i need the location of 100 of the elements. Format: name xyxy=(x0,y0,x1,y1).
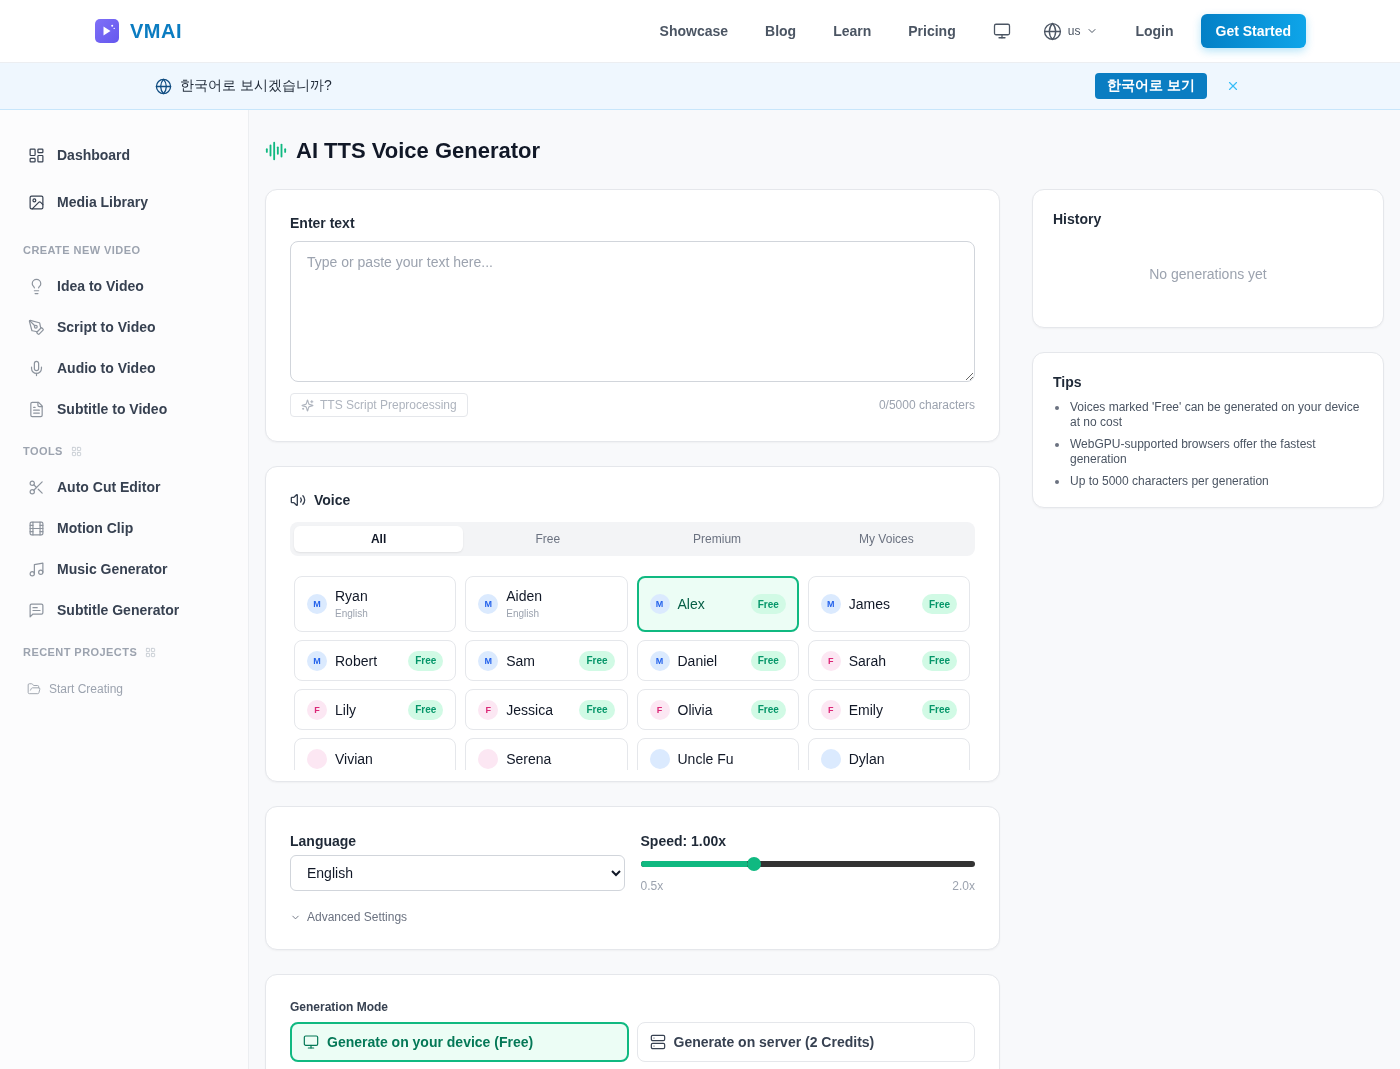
section-heading: RECENT PROJECTS xyxy=(23,646,138,658)
slider-handle[interactable] xyxy=(747,857,762,871)
monitor-icon xyxy=(303,1034,319,1050)
voice-option[interactable]: M Robert Free xyxy=(294,640,457,681)
voice-name: Uncle Fu xyxy=(677,749,734,769)
microphone-icon xyxy=(28,359,45,377)
pen-nib-icon xyxy=(28,318,45,336)
filter-tab[interactable]: All xyxy=(294,526,464,552)
sidebar-item[interactable]: Auto Cut Editor xyxy=(0,469,248,505)
bullet-icon xyxy=(1055,480,1059,484)
voice-name: Ryan xyxy=(335,587,368,606)
filter-tab[interactable]: Free xyxy=(463,526,633,552)
voice-option[interactable]: M Sam Free xyxy=(465,640,628,681)
voice-option[interactable]: F Jessica Free xyxy=(465,689,628,730)
free-badge: Free xyxy=(921,594,957,614)
sidebar-item[interactable]: Audio to Video xyxy=(0,350,248,386)
language-prompt: 한국어로 보시겠습니까? xyxy=(180,77,332,95)
logo-icon xyxy=(95,19,119,43)
tip-text: Voices marked 'Free' can be generated on your device at no cost xyxy=(1070,400,1361,430)
voice-language: English xyxy=(506,607,540,621)
sidebar-item[interactable]: Script to Video xyxy=(0,309,248,345)
switch-language-button[interactable]: 한국어로 보기 xyxy=(1095,73,1207,99)
sidebar-item[interactable]: Subtitle to Video xyxy=(0,391,248,427)
voice-name: Vivian xyxy=(335,749,373,769)
film-icon xyxy=(28,519,45,537)
voice-option[interactable]: M James Free xyxy=(807,576,970,632)
free-badge: Free xyxy=(579,699,615,720)
voice-option[interactable]: F Sarah Free xyxy=(807,640,970,681)
voice-name: Lily xyxy=(335,700,356,720)
voice-option[interactable]: M Alex Free xyxy=(636,576,799,632)
free-badge: Free xyxy=(750,594,786,614)
text-input-field[interactable]: Type or paste your text here... xyxy=(290,241,975,382)
language-select[interactable]: English xyxy=(290,855,625,891)
music-note-icon xyxy=(28,560,45,578)
voice-name: Daniel xyxy=(677,651,718,671)
field-label: Enter text xyxy=(290,214,356,232)
section-heading: CREATE NEW VIDEO xyxy=(23,244,141,256)
avatar-initial: F xyxy=(649,699,670,720)
voice-name: Emily xyxy=(848,700,883,720)
voice-name: Aiden xyxy=(506,587,543,606)
empty-state-text: No generations yet xyxy=(1148,265,1268,283)
nav-link[interactable]: Blog xyxy=(765,23,797,39)
voice-name: Sarah xyxy=(848,651,887,671)
filter-tab[interactable]: My Voices xyxy=(801,526,971,552)
brand-name: VMAI xyxy=(130,19,182,43)
free-badge: Free xyxy=(579,650,615,671)
generation-mode-option[interactable]: Generate on server (2 Credits) xyxy=(636,1022,975,1062)
globe-icon xyxy=(155,77,172,95)
document-icon xyxy=(28,400,45,418)
bullet-icon xyxy=(1055,406,1059,410)
avatar-initial: M xyxy=(820,594,841,614)
voice-option[interactable]: F Olivia Free xyxy=(636,689,799,730)
avatar-initial: M xyxy=(478,650,499,671)
image-icon xyxy=(28,193,45,211)
nav-link[interactable]: Pricing xyxy=(908,23,956,39)
voice-option[interactable]: M Ryan English xyxy=(294,576,457,632)
voice-option[interactable]: M Aiden English xyxy=(465,576,628,632)
avatar-initial: F xyxy=(307,699,327,720)
sidebar-item[interactable]: Idea to Video xyxy=(0,268,248,304)
free-badge: Free xyxy=(408,650,444,671)
voice-name: Olivia xyxy=(677,700,713,720)
login-link[interactable]: Login xyxy=(1135,23,1174,39)
speaker-icon xyxy=(290,492,306,508)
get-started-button[interactable]: Get Started xyxy=(1200,14,1306,48)
sidebar-item[interactable]: Music Generator xyxy=(0,551,248,587)
sound-wave-icon xyxy=(265,140,287,162)
advanced-settings-toggle[interactable]: Advanced Settings xyxy=(290,909,408,925)
sidebar-item[interactable]: Dashboard xyxy=(0,137,248,173)
voice-option[interactable]: F Emily Free xyxy=(807,689,970,730)
sidebar-item[interactable]: Media Library xyxy=(0,184,248,220)
voice-option[interactable]: Serena xyxy=(465,738,628,770)
nav-link[interactable]: Learn xyxy=(833,23,872,39)
message-icon xyxy=(28,601,45,619)
avatar-initial: M xyxy=(307,650,327,671)
monitor-icon[interactable] xyxy=(992,22,1011,40)
card-title: Tips xyxy=(1053,373,1083,391)
voice-name: Dylan xyxy=(848,749,885,769)
free-badge: Free xyxy=(750,699,786,720)
free-badge: Free xyxy=(408,699,444,720)
generation-mode-option[interactable]: Generate on your device (Free) xyxy=(290,1022,629,1062)
sidebar-item[interactable]: Subtitle Generator xyxy=(0,592,248,628)
speed-label: Speed: 1.00x xyxy=(640,832,728,851)
free-badge: Free xyxy=(750,650,786,671)
bullet-icon xyxy=(1055,443,1059,447)
voice-name: Serena xyxy=(506,749,552,769)
page-title: AI TTS Voice Generator xyxy=(296,138,541,164)
voice-name: Jessica xyxy=(506,700,553,720)
region-selector[interactable]: us xyxy=(1042,21,1099,41)
sidebar-item[interactable]: Motion Clip xyxy=(0,510,248,546)
voice-option[interactable]: Vivian xyxy=(294,738,457,770)
voice-option[interactable]: M Daniel Free xyxy=(636,640,799,681)
voice-option[interactable]: Uncle Fu xyxy=(636,738,799,770)
voice-option[interactable]: Dylan xyxy=(807,738,970,770)
scissors-icon xyxy=(28,478,45,496)
voice-option[interactable]: F Lily Free xyxy=(294,689,457,730)
server-icon xyxy=(649,1034,666,1050)
filter-tab[interactable]: Premium xyxy=(632,526,802,552)
section-title: Voice xyxy=(314,492,351,508)
card-title: History xyxy=(1053,210,1103,228)
nav-link[interactable]: Showcase xyxy=(659,23,729,39)
